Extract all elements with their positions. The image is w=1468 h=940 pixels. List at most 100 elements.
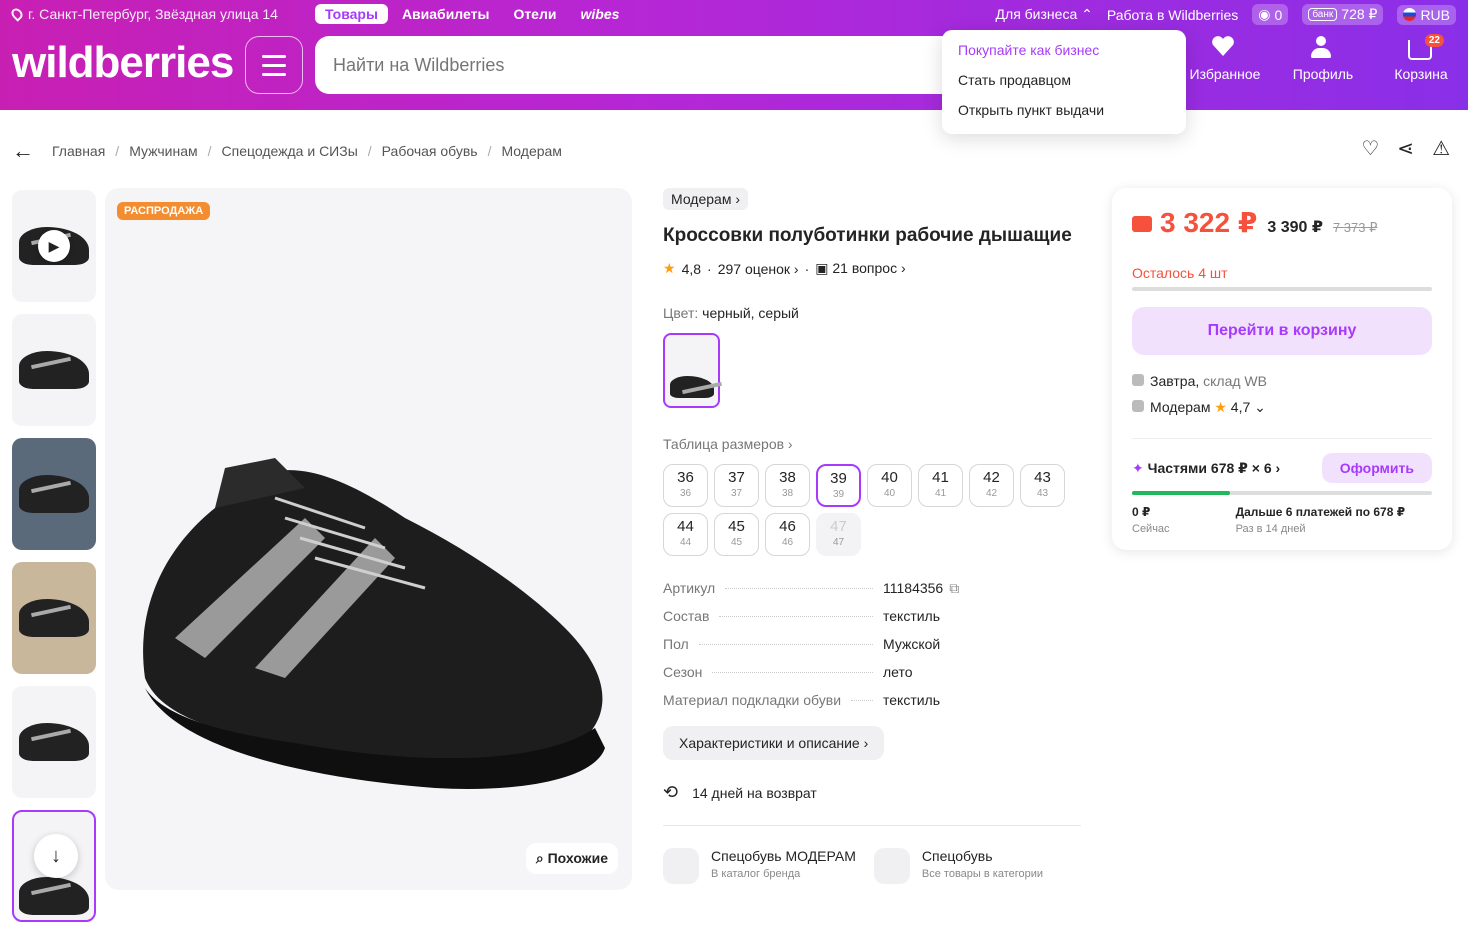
specs-list: Артикул 11184356 ⧉ Состав текстиль Пол Мужск… xyxy=(663,574,1083,714)
search-similar-icon: ⌕ xyxy=(535,850,548,866)
size-eu: 47 xyxy=(832,537,845,548)
business-menu-item-buy[interactable]: Покупайте как бизнес xyxy=(958,42,1170,58)
size-ru: 36 xyxy=(677,469,694,486)
profile-button[interactable]: Профиль xyxy=(1286,36,1360,82)
breadcrumb-item[interactable]: Спецодежда и СИЗы xyxy=(222,143,358,159)
size-table-link[interactable]: Таблица размеров › xyxy=(663,436,1083,452)
size-eu: 41 xyxy=(934,488,947,499)
thumbnail[interactable] xyxy=(12,686,96,798)
go-to-cart-button[interactable]: Перейти в корзину xyxy=(1132,307,1432,355)
spec-key: Артикул xyxy=(663,580,716,596)
size-option[interactable]: 36 36 xyxy=(663,464,708,507)
size-option[interactable]: 37 37 xyxy=(714,464,759,507)
category-link[interactable]: Спецобувь Все товары в категории xyxy=(873,848,1044,884)
currency-selector[interactable]: RUB xyxy=(1397,4,1456,25)
size-option-selected[interactable]: 39 39 xyxy=(816,464,861,507)
copy-icon[interactable]: ⧉ xyxy=(949,580,959,597)
product-actions: ♡ ⋖ ⚠ xyxy=(1361,136,1450,161)
rating-row: ★ 4,8 · 297 оценок › · ▣ 21 вопрос › xyxy=(663,260,906,277)
profile-label: Профиль xyxy=(1292,66,1354,82)
location-selector[interactable]: г. Санкт-Петербург, Звёздная улица 14 xyxy=(9,6,278,22)
size-option[interactable]: 43 43 xyxy=(1020,464,1065,507)
favorite-heart-icon[interactable]: ♡ xyxy=(1361,136,1379,161)
size-option[interactable]: 45 45 xyxy=(714,513,759,556)
size-option[interactable]: 46 46 xyxy=(765,513,810,556)
location-text: г. Санкт-Петербург, Звёздная улица 14 xyxy=(28,6,278,22)
color-swatch[interactable] xyxy=(663,333,720,408)
brand-catalog-link[interactable]: Спецобувь МОДЕРАМ В каталог бренда xyxy=(663,848,856,884)
tab-wibes[interactable]: wibes xyxy=(570,4,629,24)
size-eu: 43 xyxy=(1036,488,1049,499)
product-title: Кроссовки полуботинки рабочие дышащие xyxy=(663,225,1072,246)
category-link-sub: Все товары в категории xyxy=(921,868,1044,880)
spec-value: текстиль xyxy=(883,692,941,708)
points-icon: ◉ xyxy=(1258,6,1271,22)
thumbnail[interactable] xyxy=(12,314,96,426)
size-option[interactable]: 38 38 xyxy=(765,464,810,507)
back-arrow-icon[interactable]: ← xyxy=(12,138,42,164)
site-logo[interactable]: wildberries xyxy=(12,38,234,88)
color-label: Цвет: xyxy=(663,305,699,321)
cart-icon: 22 xyxy=(1408,34,1444,60)
breadcrumb: ← Главная / Мужчинам / Спецодежда и СИЗы / … xyxy=(12,138,562,164)
characteristics-button[interactable]: Характеристики и описание › xyxy=(663,726,885,760)
main-product-image[interactable]: РАСПРОДАЖА ⌕ Похожие xyxy=(105,188,632,890)
color-row: Цвет: черный, серый xyxy=(663,305,1083,321)
work-link[interactable]: Работа в Wildberries xyxy=(1107,7,1238,23)
size-selector: 36 36 37 37 38 38 39 39 40 40 41 41 42 42 43 43 … xyxy=(663,464,1083,556)
thumbnail[interactable] xyxy=(12,438,96,550)
tab-hotels[interactable]: Отели xyxy=(503,4,566,24)
size-ru: 43 xyxy=(1034,469,1051,486)
report-icon[interactable]: ⚠ xyxy=(1432,136,1450,161)
thumbnail[interactable] xyxy=(12,562,96,674)
thumbnail-video[interactable]: ▶ xyxy=(12,190,96,302)
size-ru: 42 xyxy=(983,469,1000,486)
business-menu-item-seller[interactable]: Стать продавцом xyxy=(958,72,1170,88)
price-without-wallet: 3 390 ₽ xyxy=(1267,219,1323,236)
user-icon xyxy=(1310,36,1332,58)
tab-flights[interactable]: Авиабилеты xyxy=(392,4,500,24)
search-input[interactable] xyxy=(315,36,955,94)
spec-value: текстиль xyxy=(883,608,941,624)
breadcrumb-item[interactable]: Модерам xyxy=(501,143,561,159)
cart-button[interactable]: 22 Корзина xyxy=(1384,34,1458,82)
share-icon[interactable]: ⋖ xyxy=(1397,136,1414,161)
seller-link[interactable]: Модерам ★ 4,7 ⌄ xyxy=(1132,399,1432,416)
divider xyxy=(663,825,1081,826)
bank-pill[interactable]: банк 728 ₽ xyxy=(1302,4,1384,25)
stack-icon xyxy=(873,848,910,884)
breadcrumb-item[interactable]: Рабочая обувь xyxy=(382,143,478,159)
spec-value: лето xyxy=(883,664,913,680)
heart-icon xyxy=(1212,36,1234,56)
points-pill[interactable]: ◉ 0 xyxy=(1252,4,1289,25)
installments-icon: ✦ xyxy=(1132,459,1144,476)
stock-left: Осталось 4 шт xyxy=(1132,265,1228,281)
similar-label: Похожие xyxy=(547,850,608,866)
spec-key: Состав xyxy=(663,608,710,624)
payment-schedule: 0 ₽ Сейчас Дальше 6 платежей по 678 ₽ Раз … xyxy=(1132,505,1432,535)
breadcrumb-item[interactable]: Мужчинам xyxy=(129,143,197,159)
business-menu-item-pickup[interactable]: Открыть пункт выдачи xyxy=(958,102,1170,118)
questions-link[interactable]: ▣ 21 вопрос › xyxy=(815,260,905,277)
size-option[interactable]: 41 41 xyxy=(918,464,963,507)
size-option[interactable]: 44 44 xyxy=(663,513,708,556)
tab-goods[interactable]: Товары xyxy=(315,4,388,24)
favorites-button[interactable]: Избранное xyxy=(1188,36,1262,82)
installments-link[interactable]: ✦ Частями 678 ₽ × 6 › xyxy=(1132,460,1280,477)
installments-button[interactable]: Оформить xyxy=(1321,453,1432,483)
pay-now-label: Сейчас xyxy=(1132,523,1170,535)
breadcrumb-item[interactable]: Главная xyxy=(52,143,105,159)
size-eu: 44 xyxy=(679,537,692,548)
similar-button[interactable]: ⌕ Похожие xyxy=(525,843,618,874)
for-business-link[interactable]: Для бизнеса ⌃ xyxy=(996,6,1093,23)
size-option[interactable]: 40 40 xyxy=(867,464,912,507)
arrow-down-icon[interactable]: ↓ xyxy=(34,834,78,878)
thumbnail-selected[interactable]: ↓ xyxy=(12,810,96,922)
star-icon: ★ xyxy=(1214,399,1227,415)
menu-button[interactable] xyxy=(245,36,303,94)
reviews-link[interactable]: 297 оценок › xyxy=(718,261,799,277)
brand-chip[interactable]: Модерам › xyxy=(663,188,749,210)
question-icon: ▣ xyxy=(815,260,829,276)
size-ru: 47 xyxy=(830,518,847,535)
size-option[interactable]: 42 42 xyxy=(969,464,1014,507)
